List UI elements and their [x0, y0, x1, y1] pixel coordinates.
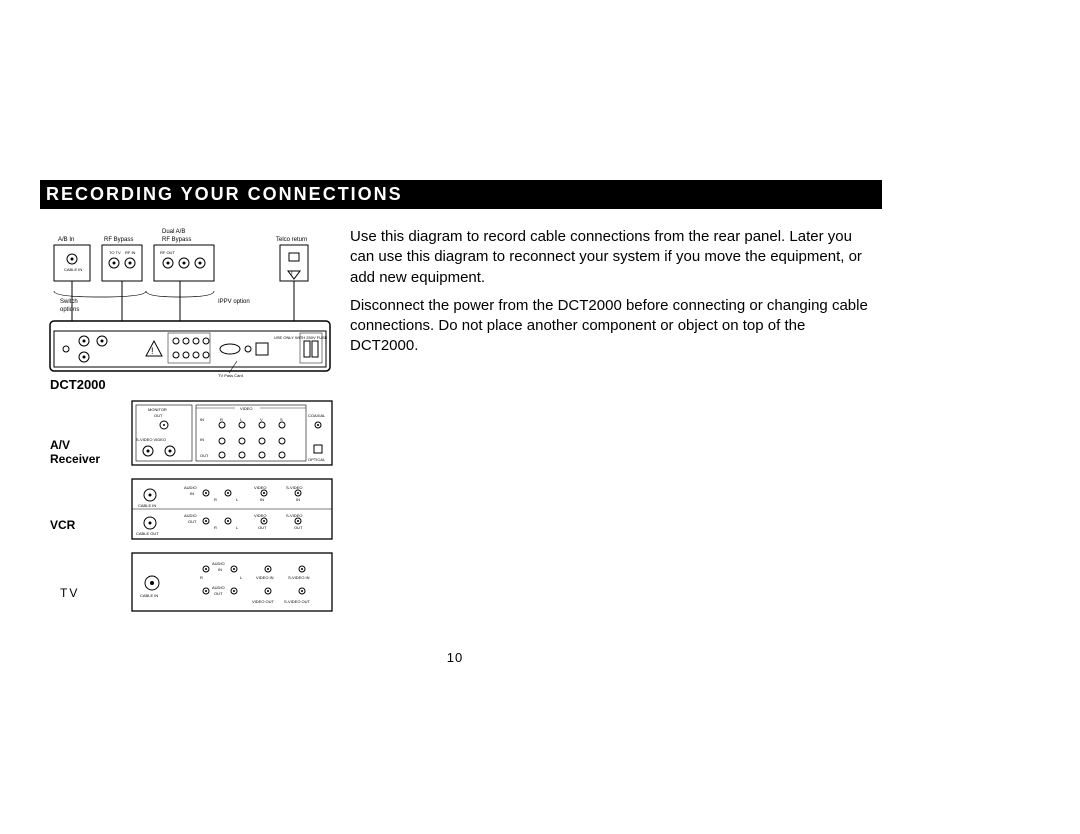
vcr-aout-t: AUDIO — [184, 513, 197, 518]
dual-rfout: RF OUT — [160, 250, 175, 255]
avr-in2: IN — [200, 437, 204, 442]
tv-pass-card: TV Pass Card — [218, 373, 243, 378]
text-column: Use this diagram to record cable connect… — [340, 221, 870, 365]
avr-l: L — [240, 417, 243, 422]
vcr-vidin-t: VIDEO — [254, 485, 266, 490]
ippv-option: IPPV option — [218, 299, 250, 305]
optical: OPTICAL — [308, 457, 326, 462]
manual-page: RECORDING YOUR CONNECTIONS A/B In CABLE … — [40, 180, 870, 651]
tv-vidout: VIDEO OUT — [252, 599, 275, 604]
option-telco: Telco return ! — [276, 237, 308, 321]
vcr-svin-b: IN — [296, 497, 300, 502]
dual-ab-bot: RF Bypass — [162, 237, 191, 243]
tv-unit: CABLE IN AUDIO IN AUDIO OUT R L — [132, 553, 332, 611]
connections-diagram: A/B In CABLE IN RF Bypass TO TV — [40, 221, 340, 651]
vcr-r2: R — [214, 525, 217, 530]
page-number: 10 — [40, 650, 870, 665]
tv-ain-b: IN — [218, 567, 222, 572]
svg-text:!: ! — [151, 346, 154, 356]
switch-options-top: Switch — [60, 299, 78, 305]
dual-ab-top: Dual A/B — [162, 229, 185, 235]
svid-vid: S-VIDEO VIDEO — [136, 437, 166, 442]
tv-r: R — [200, 575, 203, 580]
tv-aout-b: OUT — [214, 591, 223, 596]
vcr-ain-b: IN — [190, 491, 194, 496]
vcr-svout-t: S-VIDEO — [286, 513, 302, 518]
tv-ain-t: AUDIO — [212, 561, 225, 566]
diagram-column: A/B In CABLE IN RF Bypass TO TV — [40, 221, 340, 651]
content-row: A/B In CABLE IN RF Bypass TO TV — [40, 221, 870, 651]
rfb-to-tv: TO TV — [109, 250, 121, 255]
vcr-label: VCR — [50, 518, 76, 532]
tv-l: L — [240, 575, 243, 580]
vcr-vidout-b: OUT — [258, 525, 267, 530]
vcr-ain-t: AUDIO — [184, 485, 197, 490]
avr-out: OUT — [200, 453, 209, 458]
dct2000-unit: ! TV Pass Card — [50, 321, 330, 378]
vcr-svin-t: S-VIDEO — [286, 485, 302, 490]
vcr-l: L — [236, 497, 239, 502]
mon-out-bot: OUT — [154, 413, 163, 418]
avr-label-bot: Receiver — [50, 452, 100, 466]
tv-label: TV — [60, 586, 79, 600]
vcr-cableout: CABLE OUT — [136, 531, 159, 536]
tv-cablein: CABLE IN — [140, 593, 158, 598]
vcr-vidout-t: VIDEO — [254, 513, 266, 518]
vcr-unit: CABLE IN CABLE OUT AUDIO IN AUDIO OUT R … — [132, 479, 332, 539]
ab-in-port-label: CABLE IN — [64, 267, 82, 272]
tv-svin: S-VIDEO IN — [288, 575, 310, 580]
avr-label-top: A/V — [50, 438, 70, 452]
telco-label: Telco return — [276, 237, 307, 243]
coax: COAXIAL — [308, 413, 326, 418]
tv-aout-t: AUDIO — [212, 585, 225, 590]
vcr-vidin-b: IN — [260, 497, 264, 502]
paragraph-2: Disconnect the power from the DCT2000 be… — [350, 296, 870, 357]
vcr-aout-b: OUT — [188, 519, 197, 524]
video-hdr: VIDEO — [240, 406, 252, 411]
vcr-svout-b: OUT — [294, 525, 303, 530]
avr-v: V — [260, 417, 263, 422]
tv-vidin: VIDEO IN — [256, 575, 274, 580]
av-receiver: MONITOR OUT S-VIDEO VIDEO VIDEO IN I — [132, 401, 332, 465]
dct2000-label: DCT2000 — [50, 377, 106, 392]
avr-r: R — [220, 417, 223, 422]
paragraph-1: Use this diagram to record cable connect… — [350, 227, 870, 288]
option-rf-bypass: RF Bypass TO TV RF IN — [102, 237, 142, 321]
vcr-cablein: CABLE IN — [138, 503, 156, 508]
avr-s: S — [280, 417, 283, 422]
tv-svout: S-VIDEO OUT — [284, 599, 311, 604]
vcr-l2: L — [236, 525, 239, 530]
switch-options-bot: options — [60, 307, 79, 313]
mon-out-top: MONITOR — [148, 407, 167, 412]
fuse-info: USE ONLY WITH 250V FUSE — [274, 335, 328, 340]
avr-in1: IN — [200, 417, 204, 422]
rfb-rf-in: RF IN — [125, 250, 136, 255]
ab-in-label: A/B In — [58, 237, 74, 243]
vcr-r: R — [214, 497, 217, 502]
option-dual-ab: Dual A/B RF Bypass RF OUT — [154, 229, 214, 321]
section-title: RECORDING YOUR CONNECTIONS — [40, 180, 882, 209]
rf-bypass-label: RF Bypass — [104, 237, 133, 243]
